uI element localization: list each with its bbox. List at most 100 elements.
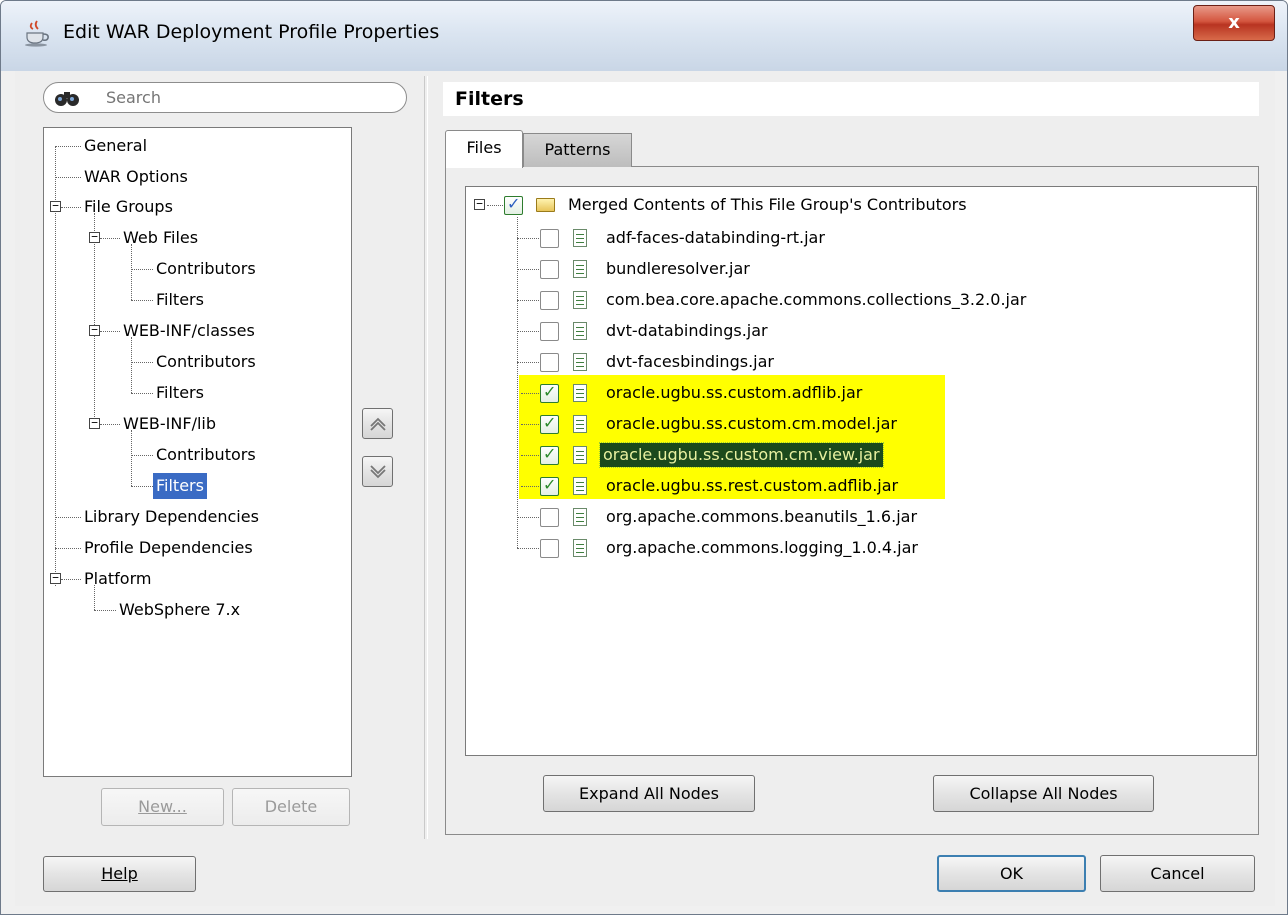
cancel-button-label: Cancel xyxy=(1150,864,1205,883)
file-checkbox[interactable] xyxy=(540,444,559,465)
file-label[interactable]: oracle.ugbu.ss.custom.adflib.jar xyxy=(603,381,865,405)
file-label[interactable]: org.apache.commons.logging_1.0.4.jar xyxy=(603,536,921,560)
root-checkbox[interactable] xyxy=(504,194,523,215)
nav-item-web-files[interactable]: Web Files xyxy=(120,225,201,251)
nav-item-war-options[interactable]: WAR Options xyxy=(81,164,191,190)
collapse-icon[interactable]: − xyxy=(89,417,100,429)
tree-connector xyxy=(131,337,132,393)
help-button-label: Help xyxy=(101,864,138,883)
search-box[interactable] xyxy=(43,82,407,113)
tab-files[interactable]: Files xyxy=(445,130,523,168)
file-label[interactable]: dvt-facesbindings.jar xyxy=(603,350,777,374)
delete-button-label: Delete xyxy=(264,797,318,816)
nav-item-websphere[interactable]: WebSphere 7.x xyxy=(116,597,243,623)
file-checkbox[interactable] xyxy=(540,322,559,341)
close-icon: x xyxy=(1228,12,1240,33)
file-label[interactable]: org.apache.commons.beanutils_1.6.jar xyxy=(603,505,920,529)
help-button[interactable]: Help xyxy=(43,856,196,892)
nav-item-library-dependencies[interactable]: Library Dependencies xyxy=(81,504,262,530)
nav-item-file-groups[interactable]: File Groups xyxy=(81,194,176,220)
tree-connector xyxy=(521,486,539,487)
tree-connector xyxy=(517,269,539,270)
tree-connector xyxy=(131,244,132,300)
expand-all-button[interactable]: Expand All Nodes xyxy=(543,775,755,812)
close-button[interactable]: x xyxy=(1193,5,1275,41)
collapse-all-button[interactable]: Collapse All Nodes xyxy=(933,775,1154,812)
jar-file-icon xyxy=(573,415,587,433)
move-up-button[interactable] xyxy=(362,408,393,439)
tree-connector xyxy=(131,455,153,456)
tree-connector xyxy=(55,177,81,178)
nav-item-platform[interactable]: Platform xyxy=(81,566,154,592)
tree-connector xyxy=(131,269,153,270)
jar-file-icon xyxy=(573,384,587,402)
search-input[interactable] xyxy=(106,86,386,108)
file-checkbox[interactable] xyxy=(540,508,559,527)
jar-file-icon xyxy=(573,508,587,526)
new-button[interactable]: New... xyxy=(101,788,224,826)
tree-connector xyxy=(521,424,539,425)
chevron-down-icon xyxy=(369,465,386,479)
panel-splitter[interactable] xyxy=(424,76,428,839)
jar-file-icon xyxy=(573,291,587,309)
tree-connector xyxy=(55,517,81,518)
file-label[interactable]: dvt-databindings.jar xyxy=(603,319,771,343)
title-bar[interactable]: Edit WAR Deployment Profile Properties x xyxy=(1,1,1287,71)
tree-connector xyxy=(487,205,505,206)
tree-connector xyxy=(521,455,539,456)
tree-connector xyxy=(131,393,153,394)
tree-connector xyxy=(55,146,56,586)
collapse-icon[interactable]: − xyxy=(89,324,100,336)
collapse-icon[interactable]: − xyxy=(474,198,485,210)
tree-connector xyxy=(131,300,153,301)
nav-item-classes-filters[interactable]: Filters xyxy=(153,380,207,406)
file-label[interactable]: adf-faces-databinding-rt.jar xyxy=(603,226,828,250)
file-checkbox[interactable] xyxy=(540,291,559,310)
tree-connector xyxy=(517,331,539,332)
tree-connector xyxy=(131,486,153,487)
nav-item-web-files-filters[interactable]: Filters xyxy=(153,287,207,313)
file-label[interactable]: bundleresolver.jar xyxy=(603,257,753,281)
file-checkbox[interactable] xyxy=(540,413,559,434)
collapse-icon[interactable]: − xyxy=(89,231,100,243)
tree-connector xyxy=(55,548,81,549)
file-checkbox[interactable] xyxy=(540,539,559,558)
move-down-button[interactable] xyxy=(362,456,393,487)
file-checkbox[interactable] xyxy=(540,475,559,496)
file-label[interactable]: oracle.ugbu.ss.rest.custom.adflib.jar xyxy=(603,474,901,498)
tree-connector xyxy=(517,238,539,239)
new-button-label: New... xyxy=(138,797,187,816)
nav-item-lib-contributors[interactable]: Contributors xyxy=(153,442,259,468)
ok-button[interactable]: OK xyxy=(937,855,1086,892)
nav-item-lib-filters[interactable]: Filters xyxy=(153,473,207,499)
nav-item-profile-dependencies[interactable]: Profile Dependencies xyxy=(81,535,256,561)
file-label[interactable]: com.bea.core.apache.commons.collections_… xyxy=(603,288,1029,312)
tree-connector xyxy=(100,331,120,332)
tree-connector xyxy=(131,430,132,486)
file-checkbox[interactable] xyxy=(540,353,559,372)
tab-patterns[interactable]: Patterns xyxy=(523,133,632,167)
nav-item-general[interactable]: General xyxy=(81,133,150,159)
nav-item-web-inf-lib[interactable]: WEB-INF/lib xyxy=(120,411,219,437)
nav-item-classes-contributors[interactable]: Contributors xyxy=(153,349,259,375)
jar-file-icon xyxy=(573,446,587,464)
tree-connector xyxy=(521,393,539,394)
file-label-selected[interactable]: oracle.ugbu.ss.custom.cm.view.jar xyxy=(599,442,884,468)
file-checkbox[interactable] xyxy=(540,229,559,248)
cancel-button[interactable]: Cancel xyxy=(1100,855,1255,892)
nav-item-web-files-contributors[interactable]: Contributors xyxy=(153,256,259,282)
file-checkbox[interactable] xyxy=(540,382,559,403)
file-label[interactable]: oracle.ugbu.ss.custom.cm.model.jar xyxy=(603,412,900,436)
collapse-icon[interactable]: − xyxy=(50,200,61,212)
tree-connector xyxy=(517,517,539,518)
collapse-icon[interactable]: − xyxy=(50,572,61,584)
folder-icon xyxy=(536,198,555,212)
nav-item-web-inf-classes[interactable]: WEB-INF/classes xyxy=(120,318,258,344)
delete-button[interactable]: Delete xyxy=(232,788,350,826)
root-node-label[interactable]: Merged Contents of This File Group's Con… xyxy=(565,193,970,217)
panel-title: Filters xyxy=(455,88,524,110)
file-checkbox[interactable] xyxy=(540,260,559,279)
tree-connector xyxy=(55,146,81,147)
binoculars-icon xyxy=(55,92,79,106)
jar-file-icon xyxy=(573,322,587,340)
